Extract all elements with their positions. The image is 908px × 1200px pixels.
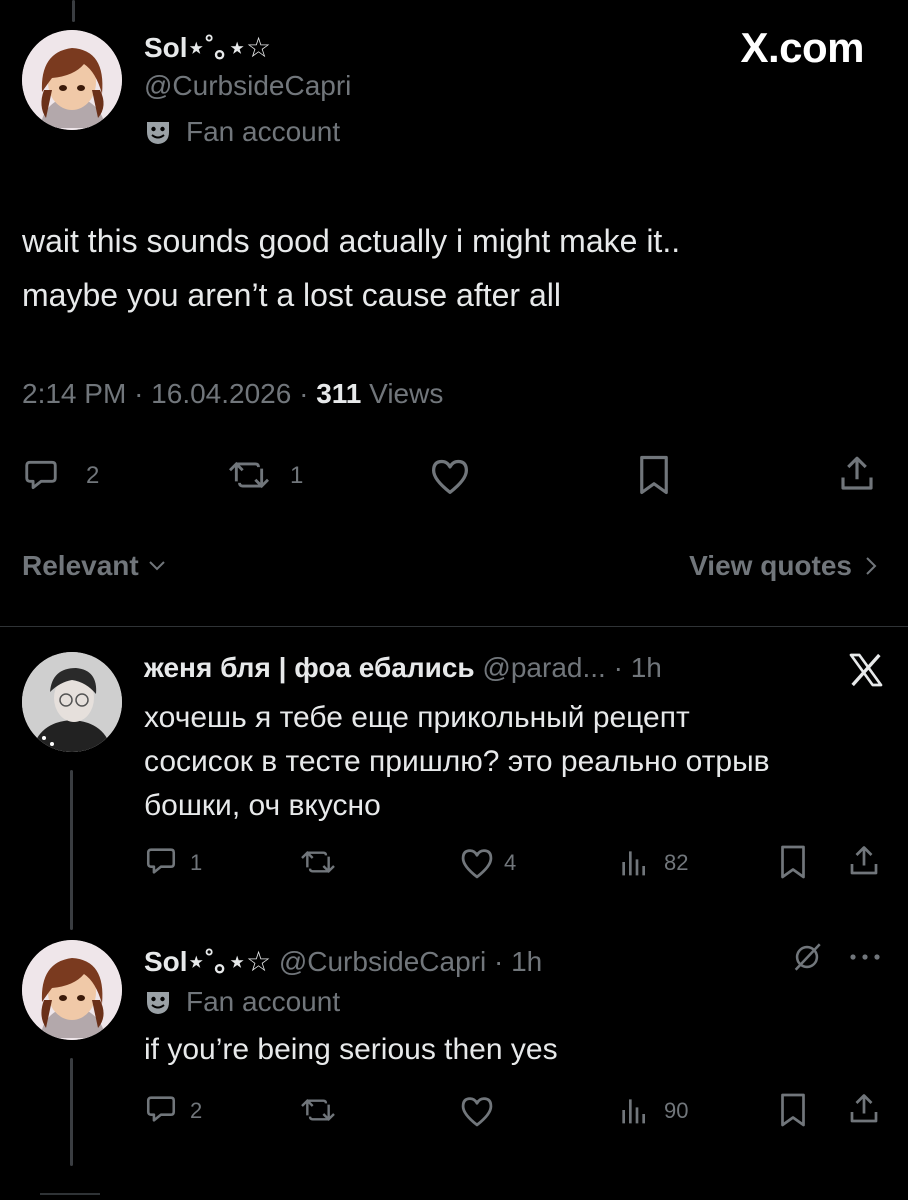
handle[interactable]: @CurbsideCapri [279,946,486,977]
share-icon[interactable] [836,452,878,496]
reply-text-line: хочешь я тебе еще прикольный рецепт [144,701,690,734]
like-icon[interactable] [458,846,496,880]
handle[interactable]: @parad... [482,652,605,683]
reply-count: 1 [190,850,203,875]
reply-count: 2 [86,462,100,489]
sort-label: Relevant [22,550,139,581]
view-quotes-label: View quotes [689,550,852,581]
separator: · [299,378,309,409]
display-name[interactable]: Sol⋆˚｡⋆☆ [144,26,271,66]
like-icon[interactable] [458,1094,496,1128]
more-options-icon[interactable] [848,952,882,962]
separator: · [494,946,504,977]
separator: · [613,652,623,683]
tweet-time[interactable]: 2:14 PM [22,378,126,409]
avatar[interactable] [22,30,122,130]
repost-count: 1 [290,462,304,489]
thread-line [70,770,73,930]
thread-line [70,1058,73,1166]
divider [0,626,908,627]
like-count: 4 [504,850,517,875]
sort-dropdown[interactable]: Relevant [22,550,167,582]
tweet-text-line: maybe you aren’t a lost cause after all [22,277,561,313]
display-name[interactable]: женя бля | фоа ебались [144,652,475,683]
views-icon[interactable] [618,846,648,878]
display-name[interactable]: Sol⋆˚｡⋆☆ [144,946,271,977]
reply-time[interactable]: 1h [511,946,542,977]
bookmark-icon[interactable] [778,844,808,880]
badge-label: Fan account [186,986,341,1017]
repost-icon[interactable] [298,846,338,878]
theater-mask-icon [144,118,172,146]
like-icon[interactable] [428,456,472,496]
views-count: 90 [664,1098,689,1123]
x-logo-icon [846,650,886,690]
grok-icon[interactable] [790,940,824,974]
reply-icon[interactable] [22,456,60,494]
view-quotes-link[interactable]: View quotes [689,550,878,582]
avatar[interactable] [22,652,122,752]
share-icon[interactable] [846,842,882,880]
repost-icon[interactable] [298,1094,338,1126]
theater-mask-icon [144,988,172,1016]
avatar[interactable] [22,940,122,1040]
reply-text-line: бошки, оч вкусно [144,789,381,822]
thread-line-top [72,0,75,22]
views-label: Views [369,378,444,409]
reply-header: женя бля | фоа ебались @parad... · 1h [144,652,662,684]
fan-account-badge: Fan account [144,114,340,150]
tweet-text-line: wait this sounds good actually i might m… [22,223,681,259]
reply-header: Sol⋆˚｡⋆☆ @CurbsideCapri · 1h [144,940,542,980]
reply-count: 2 [190,1098,203,1123]
handle[interactable]: @CurbsideCapri [144,70,351,102]
share-icon[interactable] [846,1090,882,1128]
repost-icon[interactable] [226,456,272,494]
tweet-text: wait this sounds good actually i might m… [22,214,680,322]
watermark: X.com [740,24,864,71]
tweet-date[interactable]: 16.04.2026 [151,378,291,409]
bookmark-icon[interactable] [778,1092,808,1128]
chevron-right-icon [864,555,878,577]
chevron-down-icon [147,559,167,573]
reply-text: if you’re being serious then yes [144,1033,558,1066]
reply-text: хочешь я тебе еще прикольный рецепт соси… [144,696,770,828]
bookmark-icon[interactable] [636,454,672,496]
reply-text-line: сосисок в тесте пришлю? это реально отры… [144,745,770,778]
reply-time[interactable]: 1h [631,652,662,683]
separator: · [134,378,144,409]
fan-account-badge: Fan account [144,984,340,1020]
divider [40,1193,100,1195]
reply-icon[interactable] [144,1092,178,1126]
views-count: 311 [316,378,362,409]
reply-icon[interactable] [144,844,178,878]
views-count: 82 [664,850,689,875]
views-icon[interactable] [618,1094,648,1126]
tweet-meta: 2:14 PM · 16.04.2026 · 311 Views [22,378,443,410]
badge-label: Fan account [186,116,341,147]
